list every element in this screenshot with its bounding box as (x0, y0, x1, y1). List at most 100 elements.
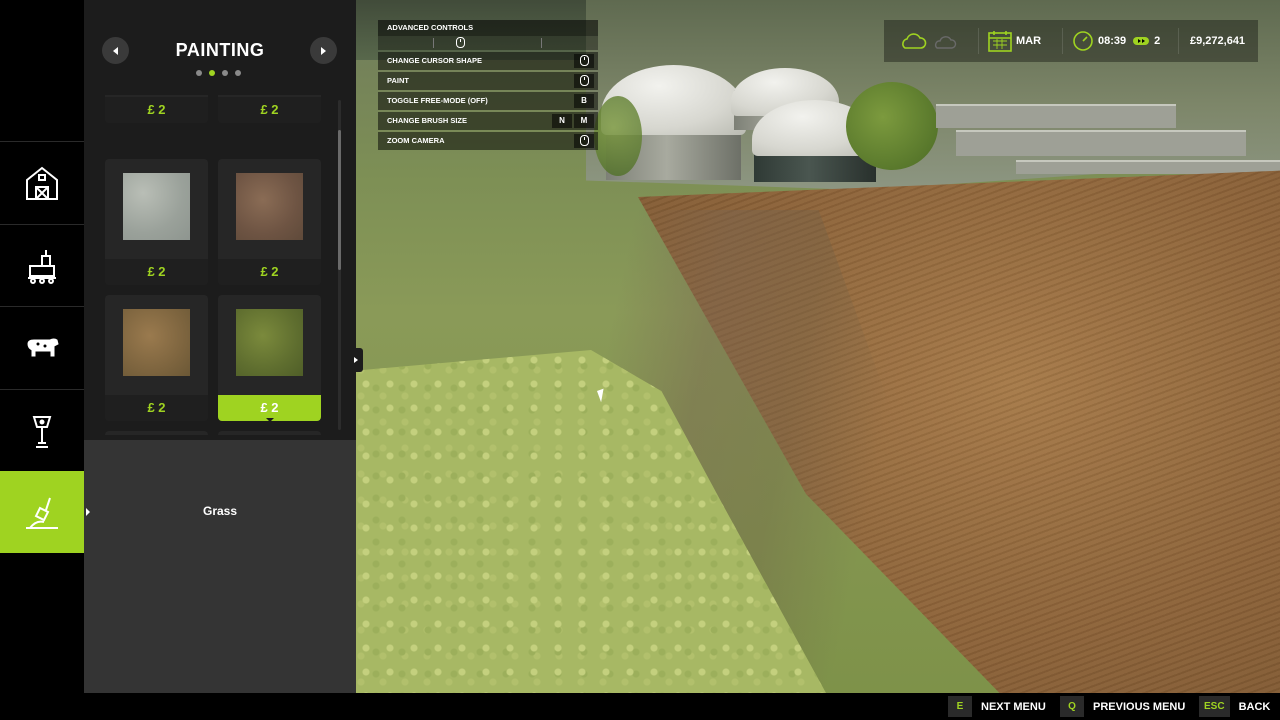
rail-item-landscaping[interactable] (0, 471, 92, 553)
time: 08:39 (1098, 35, 1127, 47)
key-m: M (574, 114, 594, 128)
chevron-right-icon (354, 357, 358, 363)
texture-swatch (236, 173, 303, 240)
scrollbar[interactable] (338, 100, 341, 430)
controls-toggle-bar[interactable] (378, 36, 598, 50)
control-row-zoom: ZOOM CAMERA (378, 132, 598, 150)
hint-label: PREVIOUS MENU (1093, 700, 1186, 713)
silo-wall (956, 130, 1246, 156)
rail-item-animals[interactable] (0, 306, 84, 388)
texture-tile[interactable]: £ 2 (218, 95, 321, 123)
mouse-key (574, 74, 594, 88)
divider (978, 28, 979, 54)
texture-swatch (123, 173, 190, 240)
controls-header: ADVANCED CONTROLS (378, 20, 598, 36)
key-b: B (574, 94, 594, 108)
mouse-icon (579, 55, 589, 66)
key-q: Q (1060, 696, 1084, 717)
page-dot[interactable] (235, 70, 241, 76)
tile-price: £ 2 (105, 97, 208, 123)
cow-icon (27, 338, 59, 356)
active-indicator (86, 508, 90, 516)
mouse-key (574, 134, 594, 148)
month: MAR (1016, 35, 1042, 47)
page-dots (196, 70, 241, 76)
next-page-button[interactable] (310, 37, 337, 64)
rail-item-production[interactable] (0, 224, 84, 306)
time-speed: 2 (1154, 35, 1161, 47)
bottom-bar: E NEXT MENU Q PREVIOUS MENU ESC BACK (0, 693, 1280, 720)
page-dot[interactable] (196, 70, 202, 76)
hint-label: NEXT MENU (981, 700, 1046, 713)
tile-price: £ 2 (218, 395, 321, 421)
control-label: ZOOM CAMERA (387, 136, 445, 145)
texture-tile-dirt[interactable]: £ 2 (218, 159, 321, 285)
texture-tile[interactable]: £ 2 (105, 95, 208, 123)
control-label: CHANGE BRUSH SIZE (387, 116, 468, 125)
top-hud: MAR 08:39 2 £9,272,641 (884, 20, 1258, 62)
tile-price: £ 2 (218, 259, 321, 285)
texture-tile[interactable] (218, 431, 321, 435)
panel-header: PAINTING (84, 0, 356, 95)
next-menu-button[interactable]: E NEXT MENU (948, 696, 1046, 717)
cloudy-sun-icon (934, 36, 957, 49)
control-label: CHANGE CURSOR SHAPE (387, 56, 483, 65)
texture-tile-concrete[interactable]: £ 2 (105, 159, 208, 285)
divider (433, 38, 434, 48)
page-dot[interactable] (222, 70, 228, 76)
texture-tile-gravel-dirt[interactable]: £ 2 (105, 295, 208, 421)
barn-icon (26, 166, 58, 200)
tile-price: £ 2 (105, 259, 208, 285)
hint-label: BACK (1238, 700, 1271, 713)
money: £9,272,641 (1190, 20, 1245, 62)
divider (541, 38, 542, 48)
texture-swatch (236, 309, 303, 376)
key-n: N (552, 114, 572, 128)
texture-grid: £ 2 £ 2 £ 2 £ 2 £ 2 £ 2 (84, 95, 356, 435)
control-row-paint: PAINT (378, 72, 598, 90)
shovel-icon (26, 497, 58, 529)
weather (898, 20, 962, 62)
tile-price: £ 2 (218, 97, 321, 123)
production-icon (28, 249, 56, 284)
category-rail (0, 0, 92, 693)
lamp-post-icon (32, 415, 52, 448)
mouse-key (574, 54, 594, 68)
divider (1178, 28, 1179, 54)
control-row-free-mode: TOGGLE FREE-MODE (OFF) B (378, 92, 598, 110)
back-button[interactable]: ESC BACK (1199, 696, 1270, 717)
texture-tile-grass[interactable]: £ 2 (218, 295, 321, 421)
control-row-brush-size: CHANGE BRUSH SIZE N M (378, 112, 598, 130)
silo-wall (936, 104, 1176, 128)
clock[interactable]: 08:39 2 (1072, 20, 1160, 62)
key-e: E (948, 696, 972, 717)
collapse-panel-button[interactable] (349, 348, 363, 372)
texture-detail: Grass (84, 440, 356, 693)
silo-wall (1016, 160, 1280, 174)
money-value: £9,272,641 (1190, 35, 1246, 47)
rail-item-decorations[interactable] (0, 389, 84, 471)
speed-icon (1133, 37, 1150, 45)
painting-panel: PAINTING £ 2 £ 2 £ 2 £ 2 £ 2 £ 2 Grass (84, 0, 356, 693)
control-row-cursor-shape: CHANGE CURSOR SHAPE (378, 52, 598, 70)
control-label: TOGGLE FREE-MODE (OFF) (387, 96, 488, 105)
texture-tile[interactable] (105, 431, 208, 435)
tree (846, 82, 938, 170)
previous-menu-button[interactable]: Q PREVIOUS MENU (1060, 696, 1185, 717)
chevron-right-icon (321, 46, 326, 55)
key-esc: ESC (1199, 696, 1230, 717)
tree (594, 96, 642, 176)
tile-price: £ 2 (105, 395, 208, 421)
mouse-icon (456, 37, 465, 48)
calendar-icon (988, 31, 1012, 52)
mouse-icon (579, 75, 589, 86)
scrollbar-thumb[interactable] (338, 130, 341, 270)
rail-item-buildings[interactable] (0, 141, 84, 223)
cloud-icon (902, 33, 927, 49)
page-dot-active[interactable] (209, 70, 215, 76)
control-label: PAINT (387, 76, 409, 85)
divider (1062, 28, 1063, 54)
calendar: MAR (988, 20, 1041, 62)
advanced-controls: ADVANCED CONTROLS CHANGE CURSOR SHAPE PA… (378, 20, 598, 152)
texture-swatch (123, 309, 190, 376)
